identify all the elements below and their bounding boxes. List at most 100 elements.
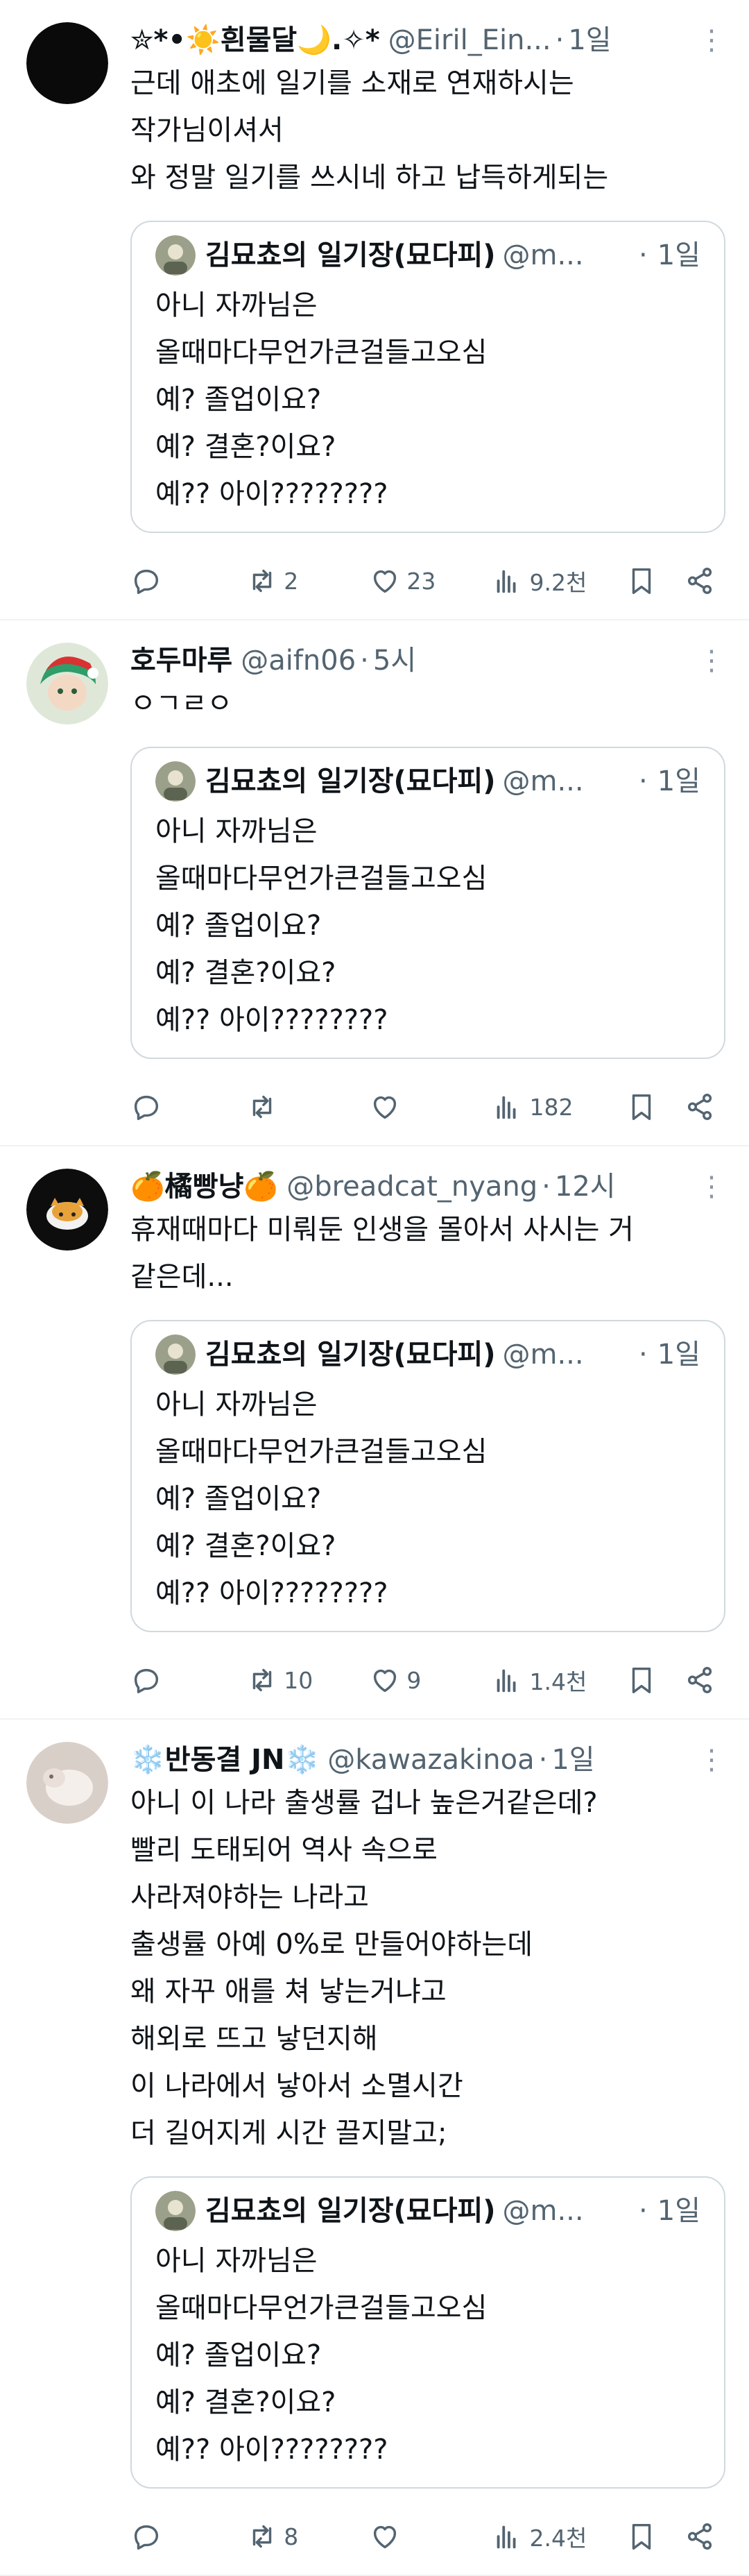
more-options-icon[interactable]: ⋮ xyxy=(698,1740,725,1779)
display-name[interactable]: 🍊橘빵냥🍊 xyxy=(130,1167,278,1206)
user-handle[interactable]: @Eiril_Ein... xyxy=(388,21,551,60)
share-icon xyxy=(687,2523,712,2550)
views-button[interactable]: 2.4천 xyxy=(492,2516,626,2557)
tweet-time[interactable]: 1일 xyxy=(551,1740,594,1779)
tweet-header: ❄️반동결 JN❄️ @kawazakinoa · 1일 xyxy=(130,1740,725,1779)
more-options-icon[interactable]: ⋮ xyxy=(698,641,725,680)
quoted-user-handle: @m... xyxy=(502,1339,584,1371)
share-icon xyxy=(687,1094,712,1120)
user-handle[interactable]: @kawazakinoa xyxy=(327,1740,534,1779)
avatar[interactable] xyxy=(26,1742,108,1824)
retweet-icon xyxy=(253,569,272,593)
like-button[interactable] xyxy=(369,2516,492,2557)
user-handle[interactable]: @breadcat_nyang xyxy=(286,1167,537,1206)
display-name[interactable]: ❄️반동결 JN❄️ xyxy=(130,1740,319,1779)
bookmark-button[interactable] xyxy=(626,560,685,602)
avatar[interactable] xyxy=(26,643,108,724)
separator-dot: · xyxy=(639,239,648,271)
reply-button[interactable] xyxy=(130,2516,246,2557)
avatar[interactable] xyxy=(26,22,108,104)
share-icon xyxy=(687,1667,712,1693)
tweet-header: 호두마루 @aifn06 · 5시 xyxy=(130,641,725,680)
quoted-avatar xyxy=(155,761,196,802)
retweet-button[interactable]: 10 xyxy=(246,1659,369,1701)
share-button[interactable] xyxy=(685,2516,725,2557)
quoted-tweet[interactable]: 김묘쵸의 일기장(묘다피) @m... · 1일 아니 자까님은 올때마다무언가… xyxy=(130,1320,725,1632)
quoted-tweet-time: 1일 xyxy=(657,2195,700,2227)
quoted-tweet[interactable]: 김묘쵸의 일기장(묘다피) @m... · 1일 아니 자까님은 올때마다무언가… xyxy=(130,221,725,533)
quoted-display-name: 김묘쵸의 일기장(묘다피) xyxy=(205,2195,496,2227)
tweet-header: 🍊橘빵냥🍊 @breadcat_nyang · 12시 xyxy=(130,1167,725,1206)
bookmark-button[interactable] xyxy=(626,2516,685,2557)
tweet-text: ㅇㄱㄹㅇ xyxy=(130,688,233,720)
retweet-icon xyxy=(253,1095,272,1119)
reply-button[interactable] xyxy=(130,560,246,602)
reply-button[interactable] xyxy=(130,1086,246,1128)
retweet-icon xyxy=(253,2525,272,2548)
quoted-display-name: 김묘쵸의 일기장(묘다피) xyxy=(205,765,496,797)
quoted-tweet-header: 김묘쵸의 일기장(묘다피) @m... · 1일 xyxy=(155,1332,700,1377)
quoted-user-handle: @m... xyxy=(502,765,584,797)
quoted-tweet-time: 1일 xyxy=(657,239,700,271)
bookmark-button[interactable] xyxy=(626,1659,685,1701)
views-button[interactable]: 1.4천 xyxy=(492,1659,626,1701)
retweet-button[interactable]: 8 xyxy=(246,2516,369,2557)
like-count: 23 xyxy=(406,567,436,595)
quoted-tweet-header: 김묘쵸의 일기장(묘다피) @m... · 1일 xyxy=(155,759,700,804)
share-icon xyxy=(687,568,712,594)
quoted-tweet-time: 1일 xyxy=(657,1339,700,1371)
separator-dot: · xyxy=(555,24,565,56)
quoted-user-handle: @m... xyxy=(502,239,584,271)
reply-icon xyxy=(134,1095,159,1120)
tweet[interactable]: ❄️반동결 JN❄️ @kawazakinoa · 1일 ⋮ 아니 이 나라 출… xyxy=(0,1720,749,2576)
like-button[interactable]: 23 xyxy=(369,560,492,602)
share-button[interactable] xyxy=(685,1659,725,1701)
display-name[interactable]: ✮*•☀️흰물달🌙.✧* xyxy=(130,21,380,60)
tweet[interactable]: ✮*•☀️흰물달🌙.✧* @Eiril_Ein... · 1일 ⋮ 근데 애초에… xyxy=(0,0,749,620)
retweet-icon xyxy=(253,1668,272,1692)
tweet-time[interactable]: 5시 xyxy=(373,641,416,680)
more-options-icon[interactable]: ⋮ xyxy=(698,1167,725,1206)
views-icon xyxy=(497,1669,516,1693)
tweet-time[interactable]: 1일 xyxy=(568,21,611,60)
views-button[interactable]: 9.2천 xyxy=(492,560,626,602)
tweet-actions: 10 9 1.4천 xyxy=(130,1642,725,1718)
views-button[interactable]: 182 xyxy=(492,1086,626,1128)
reply-icon xyxy=(134,2525,159,2550)
share-button[interactable] xyxy=(685,1086,725,1128)
quoted-tweet-text: 아니 자까님은 올때마다무언가큰걸들고오심 예? 졸업이요? 예? 결혼?이요?… xyxy=(155,815,488,1036)
bookmark-icon xyxy=(632,1094,651,1120)
like-button[interactable] xyxy=(369,1086,492,1128)
reply-button[interactable] xyxy=(130,1659,246,1701)
separator-dot: · xyxy=(639,1339,648,1371)
views-icon xyxy=(497,2525,516,2549)
like-icon xyxy=(374,2525,397,2549)
views-count: 182 xyxy=(529,1093,574,1121)
tweet[interactable]: 호두마루 @aifn06 · 5시 ⋮ ㅇㄱㄹㅇ 김묘쵸의 일기장(묘다피) @… xyxy=(0,620,749,1146)
avatar[interactable] xyxy=(26,1169,108,1251)
quoted-tweet[interactable]: 김묘쵸의 일기장(묘다피) @m... · 1일 아니 자까님은 올때마다무언가… xyxy=(130,747,725,1059)
tweet-actions: 2 23 9.2천 xyxy=(130,543,725,619)
quoted-tweet[interactable]: 김묘쵸의 일기장(묘다피) @m... · 1일 아니 자까님은 올때마다무언가… xyxy=(130,2176,725,2489)
display-name[interactable]: 호두마루 xyxy=(130,641,232,680)
retweet-button[interactable] xyxy=(246,1086,369,1128)
like-count: 9 xyxy=(406,1666,422,1694)
bookmark-button[interactable] xyxy=(626,1086,685,1128)
quoted-tweet-text: 아니 자까님은 올때마다무언가큰걸들고오심 예? 졸업이요? 예? 결혼?이요?… xyxy=(155,2245,488,2466)
tweet[interactable]: 🍊橘빵냥🍊 @breadcat_nyang · 12시 ⋮ 휴재때마다 미뤄둔 … xyxy=(0,1146,749,1720)
quoted-tweet-text: 아니 자까님은 올때마다무언가큰걸들고오심 예? 졸업이요? 예? 결혼?이요?… xyxy=(155,1389,488,1609)
quoted-avatar xyxy=(155,2191,196,2231)
quoted-tweet-text: 아니 자까님은 올때마다무언가큰걸들고오심 예? 졸업이요? 예? 결혼?이요?… xyxy=(155,289,488,510)
tweet-text: 근데 애초에 일기를 소재로 연재하시는 작가님이셔서 와 정말 일기를 쓰시네… xyxy=(130,67,609,194)
tweet-text: 휴재때마다 미뤄둔 인생을 몰아서 사시는 거 같은데... xyxy=(130,1214,634,1293)
user-handle[interactable]: @aifn06 xyxy=(241,641,356,680)
retweet-button[interactable]: 2 xyxy=(246,560,369,602)
share-button[interactable] xyxy=(685,560,725,602)
tweet-time[interactable]: 12시 xyxy=(555,1167,616,1206)
separator-dot: · xyxy=(542,1171,551,1203)
views-count: 2.4천 xyxy=(529,2525,587,2552)
views-count: 1.4천 xyxy=(529,1668,587,1695)
reply-icon xyxy=(134,1668,159,1693)
like-button[interactable]: 9 xyxy=(369,1659,492,1701)
more-options-icon[interactable]: ⋮ xyxy=(698,21,725,60)
